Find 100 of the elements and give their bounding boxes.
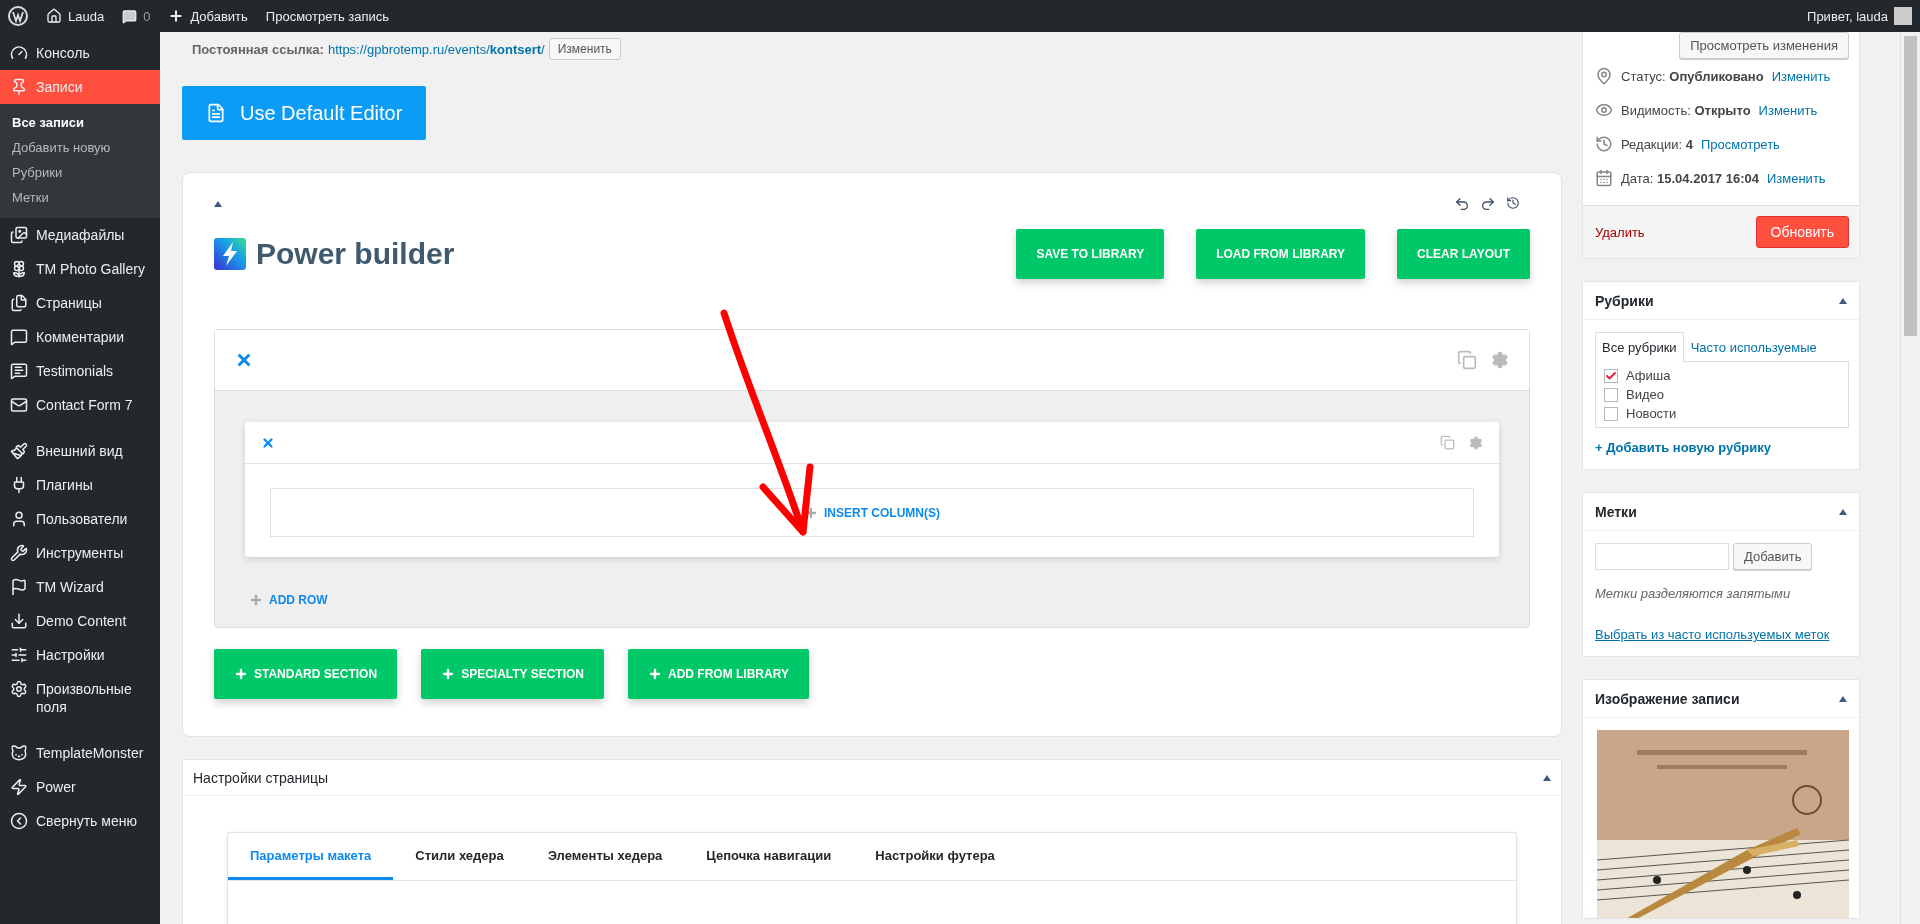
pages-icon xyxy=(10,294,28,312)
edit-permalink-button[interactable]: Изменить xyxy=(548,38,621,60)
menu-item[interactable]: Плагины xyxy=(0,468,160,502)
sliders-icon xyxy=(10,646,28,664)
meta-text: Видимость: Открыто xyxy=(1621,102,1751,118)
panel-title: Настройки страницы xyxy=(193,769,329,786)
site-link[interactable]: Lauda xyxy=(46,8,105,24)
preview-changes-button[interactable]: Просмотреть изменения xyxy=(1679,32,1849,59)
menu-item[interactable]: Медиафайлы xyxy=(0,218,160,252)
menu-item[interactable]: Внешний вид xyxy=(0,434,160,468)
checkbox[interactable] xyxy=(1604,406,1618,421)
add-tag-button[interactable]: Добавить xyxy=(1733,543,1813,570)
settings-tab[interactable]: Параметры макета xyxy=(228,833,394,880)
menu-item[interactable]: Contact Form 7 xyxy=(0,388,160,422)
menu-item[interactable]: TM Wizard xyxy=(0,570,160,604)
comment-icon xyxy=(10,328,28,346)
collapse-icon[interactable] xyxy=(1839,695,1847,702)
menu-item[interactable]: Power xyxy=(0,770,160,804)
scrollbar-thumb[interactable] xyxy=(1904,36,1917,336)
eye-icon xyxy=(1595,101,1613,119)
menu-item[interactable]: TemplateMonster xyxy=(0,736,160,770)
menu-item[interactable]: Произвольные поля xyxy=(0,672,160,724)
meta-text: Дата: 15.04.2017 16:04 xyxy=(1621,170,1759,186)
menu-item[interactable]: Консоль xyxy=(0,36,160,70)
menu-item[interactable]: Инструменты xyxy=(0,536,160,570)
settings-icon xyxy=(10,680,28,698)
builder-title: Power builder xyxy=(256,237,456,271)
permalink-url[interactable]: https://gpbrotemp.ru/events/kontsert/ xyxy=(327,41,545,57)
tag-input[interactable] xyxy=(1595,543,1729,570)
menu-item[interactable]: Demo Content xyxy=(0,604,160,638)
home-icon xyxy=(46,8,62,24)
account-menu[interactable]: Привет, lauda xyxy=(1807,7,1912,25)
permalink-label: Постоянная ссылка: xyxy=(192,41,324,57)
menu-item[interactable]: Настройки xyxy=(0,638,160,672)
submenu-item[interactable]: Добавить новую xyxy=(0,135,160,160)
redo-icon[interactable] xyxy=(1480,196,1496,212)
checkbox-label: Видео xyxy=(1626,387,1664,402)
plus-icon xyxy=(249,593,263,607)
document-icon xyxy=(206,103,226,123)
submenu-item[interactable]: Рубрики xyxy=(0,160,160,185)
plus-icon xyxy=(648,667,663,681)
history-icon xyxy=(1595,135,1613,153)
delete-link[interactable]: Удалить xyxy=(1595,224,1645,240)
lightning-logo-icon xyxy=(214,238,246,270)
comment-icon xyxy=(122,8,138,24)
pin-icon xyxy=(1595,67,1613,85)
checkbox-label: Афиша xyxy=(1626,368,1671,383)
meta-link[interactable]: Просмотреть xyxy=(1701,136,1780,152)
wordpress-logo-icon[interactable] xyxy=(8,6,28,26)
settings-tab[interactable]: Элементы хедера xyxy=(525,833,685,880)
submenu-item[interactable]: Все записи xyxy=(0,110,160,135)
meta-link[interactable]: Изменить xyxy=(1758,102,1818,118)
meta-text: Редакции: 4 xyxy=(1621,136,1693,152)
paintbrush-icon xyxy=(10,442,28,460)
box-title: Изображение записи xyxy=(1595,690,1740,707)
collapse-icon[interactable] xyxy=(1839,297,1847,304)
hint-text: Метки разделяются запятыми xyxy=(1595,586,1792,601)
collapse-icon[interactable] xyxy=(1839,508,1847,515)
lightning-icon xyxy=(10,778,28,796)
close-icon[interactable] xyxy=(235,351,253,369)
insert-column-button[interactable]: INSERT COLUMN(S) xyxy=(804,505,940,520)
add-category-link[interactable]: + Добавить новую рубрику xyxy=(1595,440,1849,455)
popular-tags-link[interactable]: Выбрать из часто используемых меток xyxy=(1595,627,1830,642)
menu-item[interactable]: Пользователи xyxy=(0,502,160,536)
view-post-link[interactable]: Просмотреть запись xyxy=(265,8,390,24)
submenu-item[interactable]: Метки xyxy=(0,185,160,210)
settings-tab[interactable]: Цепочка навигации xyxy=(684,833,854,880)
meta-link[interactable]: Изменить xyxy=(1766,170,1826,186)
media-icon xyxy=(10,226,28,244)
calendar-icon xyxy=(1595,169,1613,187)
menu-item[interactable]: TM Photo Gallery xyxy=(0,252,160,286)
menu-item[interactable]: Свернуть меню xyxy=(0,804,160,838)
user-icon xyxy=(10,510,28,528)
checkbox[interactable] xyxy=(1604,368,1618,383)
category-tab[interactable]: Все рубрики xyxy=(1595,332,1684,362)
comments-link[interactable]: 0 xyxy=(122,8,151,24)
box-title: Метки xyxy=(1595,503,1637,520)
undo-icon[interactable] xyxy=(1454,196,1470,212)
download-icon xyxy=(10,612,28,630)
checkbox[interactable] xyxy=(1604,387,1618,402)
checkbox-label: Новости xyxy=(1626,406,1677,421)
mail-icon xyxy=(10,396,28,414)
close-icon[interactable] xyxy=(261,435,275,450)
settings-tab[interactable]: Стили хедера xyxy=(393,833,526,880)
menu-item[interactable]: Комментарии xyxy=(0,320,160,354)
meta-text: Статус: Опубликовано xyxy=(1621,68,1764,84)
collapse-icon xyxy=(10,812,28,830)
category-tab[interactable]: Часто используемые xyxy=(1683,332,1824,362)
collapse-icon[interactable] xyxy=(214,201,222,207)
plus-icon xyxy=(234,667,248,681)
menu-item[interactable]: Testimonials xyxy=(0,354,160,388)
cat-icon xyxy=(10,744,28,762)
add-new-link[interactable]: Добавить xyxy=(168,8,248,24)
collapse-icon[interactable] xyxy=(1543,774,1551,781)
menu-item[interactable]: Страницы xyxy=(0,286,160,320)
history-icon[interactable] xyxy=(1506,196,1520,210)
plus-icon xyxy=(441,667,456,681)
meta-link[interactable]: Изменить xyxy=(1771,68,1831,84)
box-title: Рубрики xyxy=(1595,292,1654,309)
settings-tab[interactable]: Настройки футера xyxy=(853,833,1017,880)
